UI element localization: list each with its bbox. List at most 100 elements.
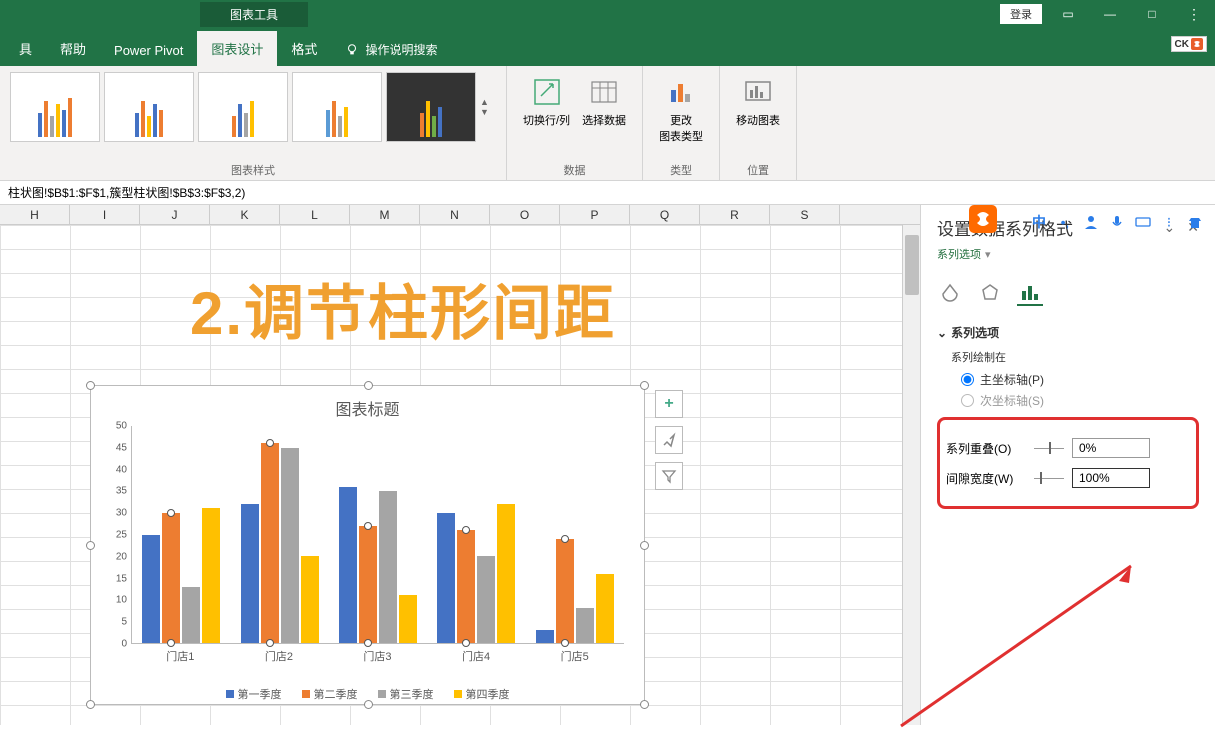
bar[interactable]: [399, 595, 417, 643]
ime-user-icon[interactable]: [1081, 212, 1101, 232]
resize-handle[interactable]: [640, 381, 649, 390]
bars-area[interactable]: [131, 426, 624, 644]
bar[interactable]: [536, 630, 554, 643]
worksheet-area[interactable]: HIJKLMNOPQRS 2.调节柱形间距 图表标题 0510152025303…: [0, 205, 920, 725]
ime-lang-icon[interactable]: 中: [1029, 212, 1049, 232]
tell-me-search[interactable]: 操作说明搜索: [331, 33, 451, 66]
chart-style-5[interactable]: [386, 72, 476, 142]
bar-group[interactable]: [132, 426, 230, 643]
scrollbar-thumb[interactable]: [905, 235, 919, 295]
series-options-dropdown[interactable]: 系列选项 ▾: [937, 246, 1199, 262]
column-header[interactable]: R: [700, 205, 770, 224]
bar[interactable]: [162, 513, 180, 643]
resize-handle[interactable]: [364, 381, 373, 390]
change-chart-type-button[interactable]: 更改 图表类型: [653, 72, 709, 148]
column-header[interactable]: K: [210, 205, 280, 224]
ime-settings-icon[interactable]: ⁝: [1159, 212, 1179, 232]
bar[interactable]: [556, 539, 574, 643]
bar[interactable]: [596, 574, 614, 643]
move-chart-button[interactable]: 移动图表: [730, 72, 786, 132]
vertical-scrollbar[interactable]: [902, 225, 920, 725]
bar-group[interactable]: [329, 426, 427, 643]
ime-punct-icon[interactable]: •,: [1055, 212, 1075, 232]
resize-handle[interactable]: [86, 381, 95, 390]
bar[interactable]: [241, 504, 259, 643]
chart-style-3[interactable]: [198, 72, 288, 142]
tab-help[interactable]: 帮助: [46, 31, 100, 66]
effects-tab-icon[interactable]: [977, 280, 1003, 306]
embedded-chart[interactable]: 图表标题 05101520253035404550 门店1门店2门店3门店4门店…: [90, 385, 645, 705]
series-overlap-slider[interactable]: [1034, 448, 1064, 449]
bar[interactable]: [457, 530, 475, 643]
plot-area[interactable]: 05101520253035404550 门店1门店2门店3门店4门店5: [131, 426, 624, 644]
legend-item[interactable]: 第三季度: [378, 686, 434, 702]
column-header[interactable]: O: [490, 205, 560, 224]
bar[interactable]: [261, 443, 279, 643]
chart-title[interactable]: 图表标题: [91, 386, 644, 424]
resize-handle[interactable]: [640, 541, 649, 550]
bar-group[interactable]: [526, 426, 624, 643]
tab-format[interactable]: 格式: [277, 31, 331, 66]
bar-group[interactable]: [230, 426, 328, 643]
chart-elements-button[interactable]: +: [655, 390, 683, 418]
tab-powerpivot[interactable]: Power Pivot: [100, 35, 197, 66]
sogou-ime-badge[interactable]: [969, 205, 997, 233]
column-header[interactable]: L: [280, 205, 350, 224]
bar[interactable]: [379, 491, 397, 643]
bar[interactable]: [339, 487, 357, 643]
column-header[interactable]: I: [70, 205, 140, 224]
ime-skin-icon[interactable]: [1185, 212, 1205, 232]
switch-row-column-button[interactable]: 切换行/列: [517, 72, 576, 132]
chart-style-1[interactable]: [10, 72, 100, 142]
legend-item[interactable]: 第二季度: [302, 686, 358, 702]
tab-chart-design[interactable]: 图表设计: [197, 31, 277, 66]
chart-style-2[interactable]: [104, 72, 194, 142]
bar[interactable]: [477, 556, 495, 643]
minimize-button[interactable]: —: [1089, 0, 1131, 28]
column-header[interactable]: N: [420, 205, 490, 224]
column-header[interactable]: Q: [630, 205, 700, 224]
maximize-button[interactable]: □: [1131, 0, 1173, 28]
bar[interactable]: [281, 448, 299, 643]
column-header[interactable]: J: [140, 205, 210, 224]
chart-style-4[interactable]: [292, 72, 382, 142]
ime-keyboard-icon[interactable]: [1133, 212, 1153, 232]
bar[interactable]: [182, 587, 200, 643]
login-button[interactable]: 登录: [1000, 4, 1042, 24]
series-overlap-input[interactable]: [1072, 438, 1150, 458]
fill-line-tab-icon[interactable]: [937, 280, 963, 306]
ime-toolbar[interactable]: 中 •, ⁝: [1029, 212, 1205, 232]
formula-bar[interactable]: 柱状图!$B$1:$F$1,簇型柱状图!$B$3:$F$3,2): [0, 181, 1215, 205]
bar[interactable]: [202, 508, 220, 643]
series-options-tab-icon[interactable]: [1017, 280, 1043, 306]
ribbon-display-options-icon[interactable]: ▭: [1047, 0, 1089, 28]
column-header[interactable]: P: [560, 205, 630, 224]
column-header[interactable]: H: [0, 205, 70, 224]
secondary-axis-radio[interactable]: 次坐标轴(S): [961, 392, 1199, 409]
chart-filters-button[interactable]: [655, 462, 683, 490]
primary-axis-radio[interactable]: 主坐标轴(P): [961, 371, 1199, 388]
ime-mic-icon[interactable]: [1107, 212, 1127, 232]
tab-tools[interactable]: 具: [5, 31, 46, 66]
series-options-section-header[interactable]: ⌄ 系列选项: [937, 324, 1199, 341]
column-header[interactable]: M: [350, 205, 420, 224]
chart-legend[interactable]: 第一季度 第二季度 第三季度 第四季度: [91, 686, 644, 702]
bar[interactable]: [576, 608, 594, 643]
gap-width-slider[interactable]: [1034, 478, 1064, 479]
resize-handle[interactable]: [86, 541, 95, 550]
chart-styles-button[interactable]: [655, 426, 683, 454]
gallery-more-icon[interactable]: ▲▼: [480, 72, 496, 142]
gap-width-input[interactable]: [1072, 468, 1150, 488]
bar[interactable]: [437, 513, 455, 643]
select-data-button[interactable]: 选择数据: [576, 72, 632, 132]
legend-item[interactable]: 第四季度: [454, 686, 510, 702]
legend-item[interactable]: 第一季度: [226, 686, 282, 702]
column-header[interactable]: S: [770, 205, 840, 224]
bar[interactable]: [359, 526, 377, 643]
close-button[interactable]: ⋮: [1173, 0, 1215, 28]
bar[interactable]: [301, 556, 319, 643]
bar[interactable]: [497, 504, 515, 643]
bar[interactable]: [142, 535, 160, 644]
chart-style-gallery[interactable]: ▲▼: [10, 72, 496, 142]
bar-group[interactable]: [427, 426, 525, 643]
